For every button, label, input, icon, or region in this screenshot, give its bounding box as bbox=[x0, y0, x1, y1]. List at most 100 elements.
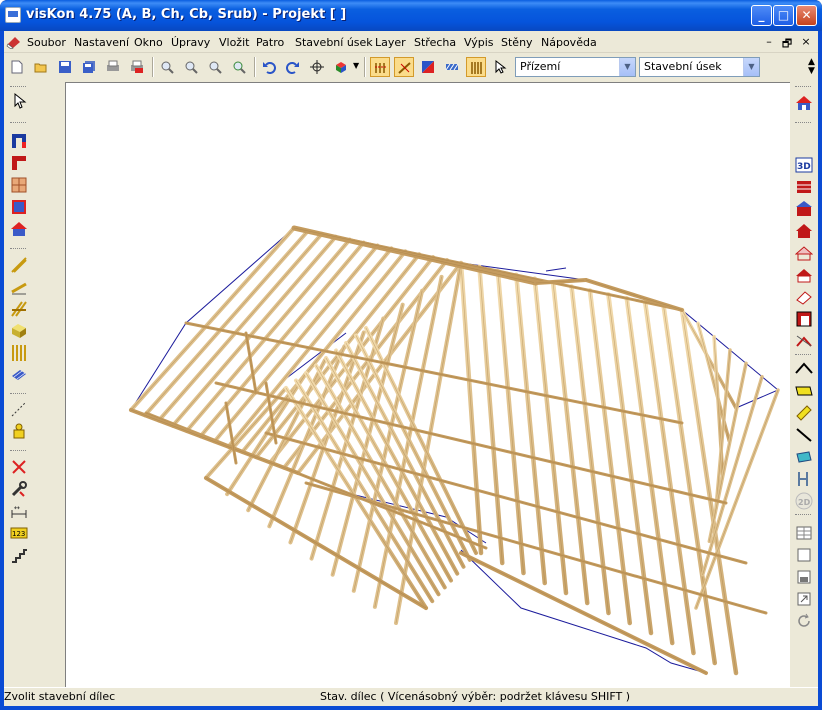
door-icon[interactable] bbox=[10, 132, 28, 150]
pointer-button[interactable] bbox=[490, 57, 510, 77]
table-icon[interactable] bbox=[795, 524, 813, 542]
menu-upravy[interactable]: Úpravy bbox=[171, 36, 210, 49]
mdi-close-button[interactable]: × bbox=[799, 35, 813, 48]
slab-icon[interactable] bbox=[10, 366, 28, 384]
redo-button[interactable] bbox=[283, 57, 303, 77]
open-folder-icon bbox=[34, 63, 47, 73]
slab-view-icon[interactable] bbox=[795, 448, 813, 466]
menu-vypis[interactable]: Výpis bbox=[464, 36, 494, 49]
crosshair-button[interactable] bbox=[307, 57, 327, 77]
menu-napoveda[interactable]: Nápověda bbox=[541, 36, 597, 49]
zoom-out-icon bbox=[185, 61, 198, 74]
app-icon[interactable] bbox=[5, 7, 21, 23]
studs-icon[interactable] bbox=[10, 344, 28, 362]
gable-icon[interactable] bbox=[795, 332, 813, 350]
menu-steny[interactable]: Stěny bbox=[501, 36, 533, 49]
pointer-icon[interactable] bbox=[10, 92, 28, 110]
open-button[interactable] bbox=[31, 57, 51, 77]
floor-select[interactable]: Přízemí ▼ bbox=[515, 57, 636, 77]
print-button[interactable] bbox=[103, 57, 123, 77]
chevron-down-icon[interactable]: ▼ bbox=[619, 58, 635, 76]
purlin-icon[interactable] bbox=[10, 300, 28, 318]
hatch-button[interactable] bbox=[442, 57, 462, 77]
hatched-panel-icon[interactable] bbox=[10, 198, 28, 216]
rafter-button[interactable] bbox=[394, 57, 414, 77]
wall-studs-button[interactable] bbox=[466, 57, 486, 77]
expand-icon[interactable] bbox=[795, 590, 813, 608]
house-outline-icon[interactable] bbox=[795, 244, 813, 262]
section-select[interactable]: Stavební úsek ▼ bbox=[639, 57, 760, 77]
chevron-down-icon[interactable]: ▼ bbox=[743, 58, 759, 76]
3d-cube-button[interactable] bbox=[331, 57, 351, 77]
block-icon[interactable] bbox=[10, 322, 28, 340]
house-hatched-icon[interactable] bbox=[795, 266, 813, 284]
inclined-beam-icon[interactable] bbox=[10, 278, 28, 296]
maximize-button[interactable]: □ bbox=[773, 5, 794, 26]
rafter-gable-edge bbox=[702, 376, 763, 575]
joint-icon[interactable] bbox=[795, 470, 813, 488]
frame-icon[interactable] bbox=[795, 310, 813, 328]
zoom-all-button[interactable] bbox=[229, 57, 249, 77]
blank-page-icon[interactable] bbox=[795, 546, 813, 564]
doc-menu-icon[interactable] bbox=[6, 34, 22, 49]
menu-soubor[interactable]: Soubor bbox=[27, 36, 66, 49]
new-file-button[interactable] bbox=[7, 57, 27, 77]
menu-stavebni-usek[interactable]: Stavební úsek bbox=[295, 36, 373, 49]
roof-plane-button[interactable] bbox=[418, 57, 438, 77]
menu-strecha[interactable]: Střecha bbox=[414, 36, 456, 49]
pdf-button[interactable] bbox=[127, 57, 147, 77]
save-all-button[interactable] bbox=[79, 57, 99, 77]
title-bar[interactable]: visKon 4.75 (A, B, Ch, Cb, Srub) - Proje… bbox=[0, 0, 822, 31]
menu-vlozit[interactable]: Vložit bbox=[219, 36, 249, 49]
beam-icon[interactable] bbox=[10, 256, 28, 274]
yellow-panel-icon[interactable] bbox=[795, 382, 813, 400]
window-icon[interactable] bbox=[10, 176, 28, 194]
page-icon[interactable] bbox=[795, 568, 813, 586]
save-button[interactable] bbox=[55, 57, 75, 77]
house-icon[interactable] bbox=[10, 220, 28, 238]
menu-patro[interactable]: Patro bbox=[256, 36, 284, 49]
section-select-value: Stavební úsek bbox=[644, 60, 722, 73]
menu-layer[interactable]: Layer bbox=[375, 36, 406, 49]
drawing-canvas[interactable] bbox=[65, 82, 790, 687]
zoom-in-button[interactable] bbox=[157, 57, 177, 77]
close-button[interactable]: ✕ bbox=[796, 5, 817, 26]
roof-outline-icon[interactable] bbox=[795, 360, 813, 378]
house-view-icon[interactable] bbox=[795, 94, 813, 112]
wall-studs-icon bbox=[471, 62, 482, 74]
undo-button[interactable] bbox=[259, 57, 279, 77]
chevron-down-icon[interactable]: ▼ bbox=[353, 61, 359, 70]
2d-icon[interactable]: 2D bbox=[795, 492, 813, 510]
roof-truss-3d-view bbox=[129, 225, 780, 676]
yellow-bar-icon[interactable] bbox=[795, 404, 813, 422]
zoom-window-button[interactable] bbox=[205, 57, 225, 77]
tools-icon[interactable] bbox=[10, 480, 28, 498]
rafters bbox=[129, 226, 780, 676]
svg-text:123: 123 bbox=[12, 530, 25, 538]
toolbar-overflow-icon[interactable]: ▲ ▼ bbox=[808, 58, 815, 76]
numbering-icon[interactable]: 123 bbox=[10, 524, 28, 542]
minimize-button[interactable]: _ bbox=[751, 5, 772, 26]
line-icon[interactable] bbox=[795, 426, 813, 444]
eraser-icon[interactable] bbox=[795, 288, 813, 306]
window-frame-bottom bbox=[0, 706, 822, 710]
zoom-out-button[interactable] bbox=[181, 57, 201, 77]
figure-icon[interactable] bbox=[10, 422, 28, 440]
house-red-icon[interactable] bbox=[795, 222, 813, 240]
3d-view-icon[interactable]: 3D bbox=[795, 156, 813, 174]
svg-text:↔: ↔ bbox=[14, 504, 20, 512]
corner-wall-icon[interactable] bbox=[10, 154, 28, 172]
roof-truss-icon[interactable] bbox=[795, 200, 813, 218]
stairs-icon[interactable] bbox=[10, 546, 28, 564]
menu-nastaveni[interactable]: Nastavení bbox=[74, 36, 129, 49]
menu-okno[interactable]: Okno bbox=[134, 36, 163, 49]
refresh-icon[interactable] bbox=[795, 612, 813, 630]
beam-select-button[interactable] bbox=[370, 57, 390, 77]
delete-icon[interactable] bbox=[10, 458, 28, 476]
dimension-icon[interactable]: ↔ bbox=[10, 502, 28, 520]
dashed-line-icon[interactable] bbox=[10, 400, 28, 418]
mdi-minimize-button[interactable]: – bbox=[762, 35, 776, 48]
mdi-restore-button[interactable]: 🗗 bbox=[780, 35, 794, 54]
toolbar-grip bbox=[795, 122, 811, 125]
roof-red-icon[interactable] bbox=[795, 178, 813, 196]
